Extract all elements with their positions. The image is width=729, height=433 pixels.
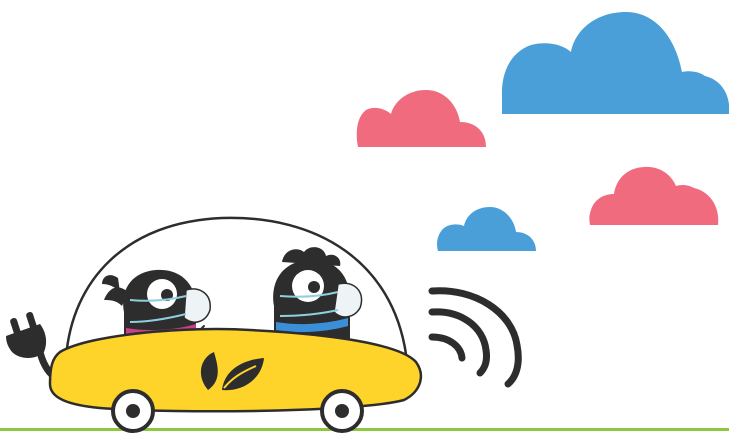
cloud-small-blue [437,207,536,251]
wheel-left [111,389,155,433]
cloud-pink-right [589,166,719,225]
wireless-signal-icon [428,287,522,388]
illustration-canvas [0,12,729,433]
cloud-pink-upper [356,90,486,147]
cloud-large-blue [501,12,729,114]
wheel-right [320,389,364,433]
electric-car-illustration [0,0,729,433]
ground-line [0,428,729,431]
